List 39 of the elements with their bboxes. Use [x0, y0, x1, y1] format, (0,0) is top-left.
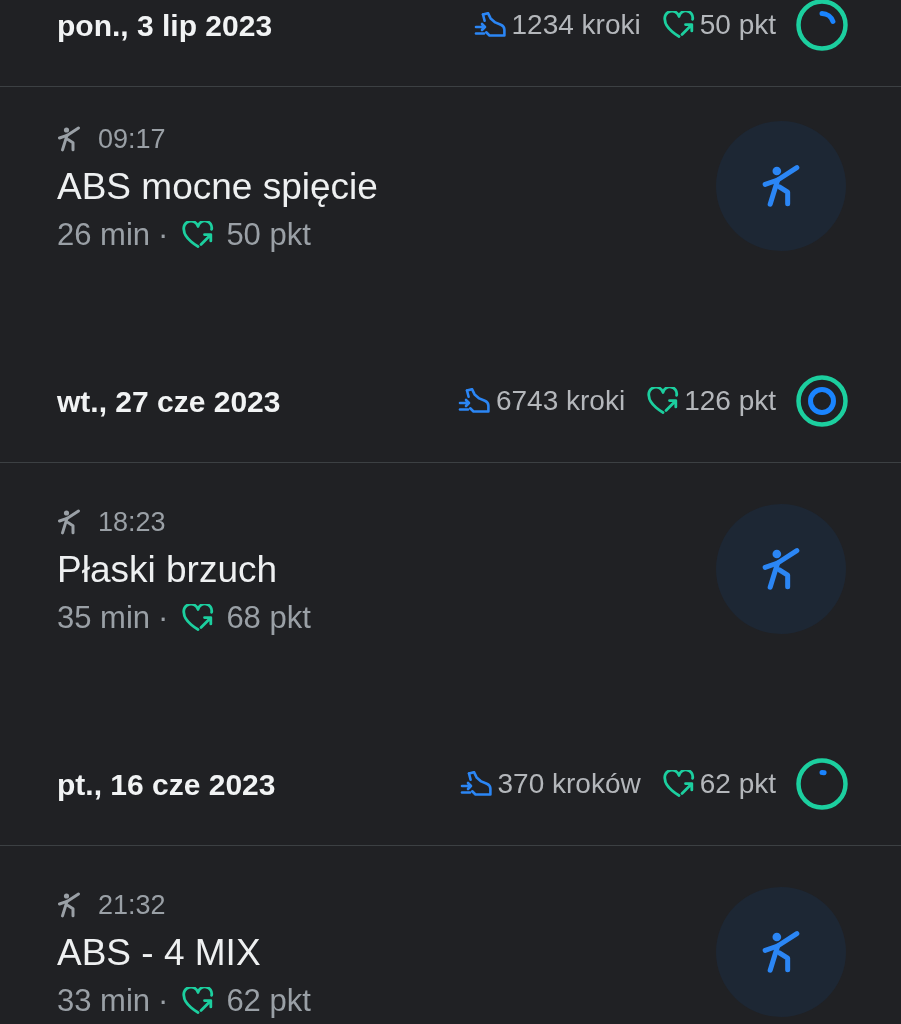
- heart-points: 126 pkt: [684, 384, 776, 418]
- day-date: pon., 3 lip 2023: [57, 7, 273, 44]
- person-icon: [761, 163, 801, 208]
- heart-arrow-icon: [182, 987, 215, 1015]
- person-icon: [761, 546, 801, 591]
- activity-time: 21:32: [98, 888, 166, 922]
- heart-points: 62 pkt: [699, 767, 776, 801]
- steps-count: 1234 kroki: [511, 8, 641, 42]
- heart-arrow-icon: [662, 770, 695, 798]
- activity-heart-points: 68 pkt: [226, 598, 311, 637]
- shoe-icon: [457, 388, 490, 414]
- heart-arrow-icon: [182, 221, 215, 249]
- activity-duration: 26 min: [57, 215, 151, 254]
- activity-time: 09:17: [98, 122, 166, 156]
- activity-title: Płaski brzuch: [57, 550, 279, 590]
- steps-count: 6743 kroki: [495, 384, 626, 418]
- activity-duration: 35 min: [57, 598, 151, 637]
- shoe-icon: [459, 771, 492, 797]
- activity-title: ABS - 4 MIX: [57, 933, 262, 973]
- heart-arrow-icon: [647, 387, 680, 415]
- steps-count: 370 kroków: [497, 767, 641, 801]
- heart-arrow-icon: [182, 604, 215, 632]
- person-icon: [761, 929, 801, 974]
- day-date: wt., 27 cze 2023: [57, 383, 281, 420]
- activity-time: 18:23: [98, 505, 166, 539]
- shoe-icon: [473, 12, 506, 38]
- person-icon: [57, 509, 81, 535]
- separator-dot: ·: [158, 598, 169, 637]
- heart-points: 50 pkt: [699, 8, 776, 42]
- activity-heart-points: 50 pkt: [226, 215, 311, 254]
- day-date: pt., 16 cze 2023: [57, 766, 276, 803]
- heart-arrow-icon: [662, 11, 695, 39]
- activity-title: ABS mocne spięcie: [57, 167, 378, 207]
- activity-heart-points: 62 pkt: [226, 981, 311, 1020]
- person-icon: [57, 892, 81, 918]
- separator-dot: ·: [158, 981, 169, 1020]
- person-icon: [57, 126, 81, 152]
- activity-duration: 33 min: [57, 981, 151, 1020]
- separator-dot: ·: [158, 215, 169, 254]
